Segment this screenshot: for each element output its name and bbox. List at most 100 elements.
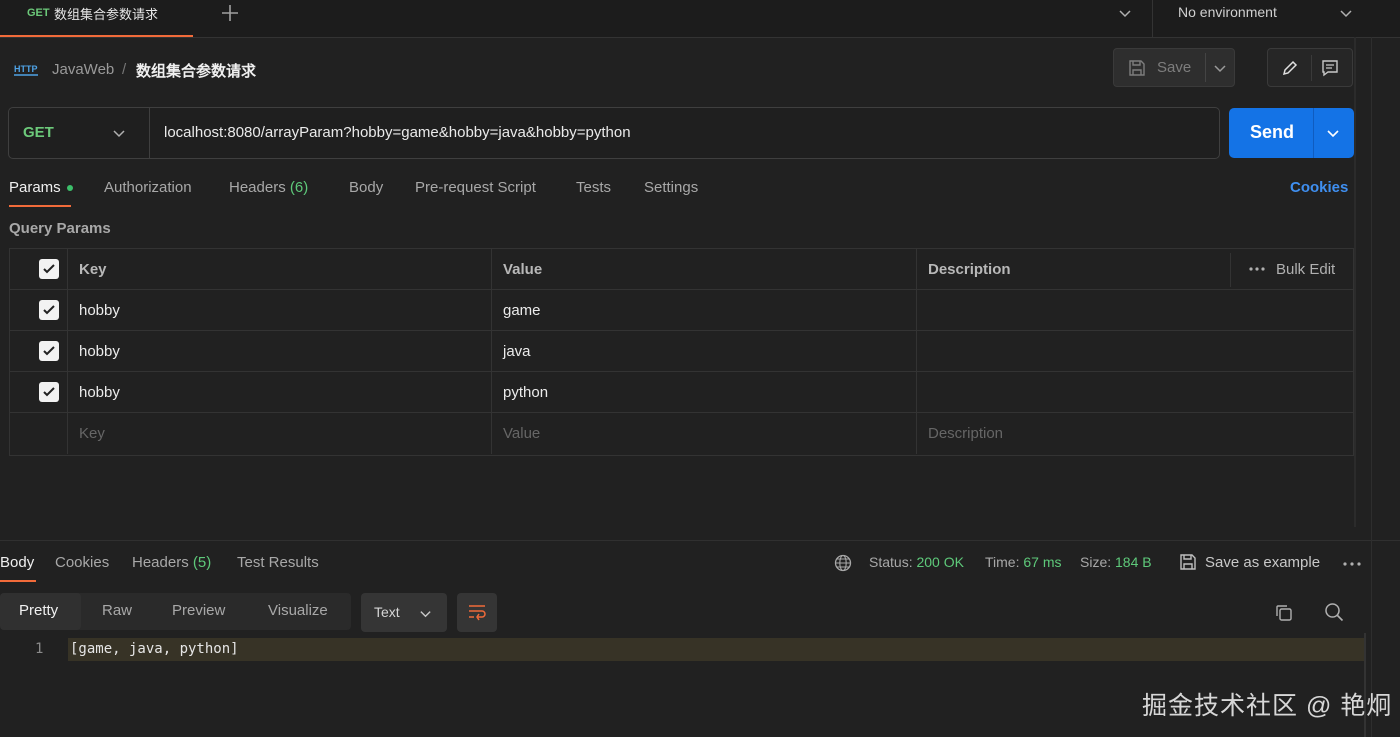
globe-icon[interactable] [834, 554, 852, 572]
active-tab-underline [9, 205, 71, 207]
copy-icon[interactable] [1274, 603, 1294, 623]
table-row: hobby python [10, 372, 1353, 413]
params-table: Key Value Description Bulk Edit hobby ga… [9, 248, 1354, 456]
save-icon [1128, 59, 1146, 77]
time-value: 67 ms [1023, 554, 1062, 570]
tab-headers-count: (6) [289, 179, 309, 196]
active-tab-underline [0, 580, 36, 582]
tab-params[interactable]: Params [9, 179, 61, 196]
param-key[interactable]: hobby [79, 343, 120, 360]
wrap-icon [466, 602, 488, 622]
scrollbar[interactable] [1354, 37, 1356, 527]
new-value-input[interactable]: Value [503, 425, 540, 442]
more-icon[interactable] [1343, 562, 1361, 566]
method-label: GET [23, 124, 54, 141]
svg-text:HTTP: HTTP [14, 64, 38, 74]
check-icon [43, 387, 55, 397]
tab-headers[interactable]: Headers (6) [229, 179, 308, 196]
check-icon [43, 346, 55, 356]
format-select[interactable]: Text [361, 593, 447, 632]
status-readout[interactable]: Status: 200 OK [869, 554, 964, 570]
chevron-down-icon[interactable] [1118, 6, 1132, 20]
new-description-input[interactable]: Description [928, 425, 1003, 442]
status-value: 200 OK [916, 554, 964, 570]
save-as-example-button[interactable]: Save as example [1205, 554, 1320, 571]
tab-method: GET [27, 7, 50, 19]
new-key-input[interactable]: Key [79, 425, 105, 442]
tab-authorization[interactable]: Authorization [104, 179, 192, 196]
column-header-value: Value [503, 261, 543, 278]
view-raw[interactable]: Raw [102, 602, 132, 619]
response-tab-headers[interactable]: Headers (5) [132, 554, 211, 571]
view-preview[interactable]: Preview [172, 602, 225, 619]
view-visualize[interactable]: Visualize [268, 602, 328, 619]
column-header-key: Key [79, 261, 107, 278]
tab-tests[interactable]: Tests [576, 179, 611, 196]
save-icon [1179, 553, 1197, 571]
tab-headers-label: Headers [229, 179, 286, 196]
tab-pre-request-script[interactable]: Pre-request Script [415, 179, 536, 196]
method-select[interactable]: GET [9, 108, 150, 158]
right-sidebar-border [1371, 37, 1372, 737]
bulk-edit-button[interactable]: Bulk Edit [1276, 261, 1335, 278]
row-checkbox[interactable] [39, 300, 59, 320]
toolbar-actions [1267, 48, 1353, 87]
save-button[interactable]: Save [1113, 48, 1235, 87]
search-icon[interactable] [1324, 602, 1344, 622]
time-label: Time: [985, 554, 1020, 570]
table-row: hobby game [10, 290, 1353, 331]
format-label: Text [374, 604, 400, 620]
chevron-down-icon [112, 126, 126, 140]
comment-icon[interactable] [1320, 58, 1340, 78]
size-readout[interactable]: Size: 184 B [1080, 554, 1152, 570]
breadcrumb-collection[interactable]: JavaWeb [52, 61, 114, 78]
page-title[interactable]: 数组集合参数请求 [136, 60, 256, 81]
time-readout[interactable]: Time: 67 ms [985, 554, 1062, 570]
response-tab-test-results[interactable]: Test Results [237, 554, 319, 571]
more-icon[interactable] [1249, 267, 1265, 271]
divider [1152, 0, 1153, 37]
tab-body[interactable]: Body [349, 179, 383, 196]
url-input[interactable] [164, 124, 1204, 141]
chevron-down-icon [419, 607, 432, 620]
view-mode-segment: Pretty Raw Preview Visualize [0, 593, 351, 630]
environment-select[interactable]: No environment [1178, 4, 1277, 20]
table-header-row: Key Value Description Bulk Edit [10, 249, 1353, 290]
param-value[interactable]: python [503, 384, 548, 401]
tab-title: 数组集合参数请求 [54, 7, 159, 22]
plus-icon[interactable] [220, 3, 240, 23]
param-value[interactable]: game [503, 302, 541, 319]
column-header-description: Description [928, 261, 1011, 278]
param-key[interactable]: hobby [79, 302, 120, 319]
cookies-link[interactable]: Cookies [1290, 179, 1348, 196]
breadcrumb-separator: / [122, 61, 127, 78]
table-row: hobby java [10, 331, 1353, 372]
check-icon [43, 305, 55, 315]
active-line-highlight [68, 638, 1364, 661]
divider [1311, 55, 1312, 81]
edit-icon[interactable] [1280, 58, 1300, 78]
row-checkbox[interactable] [39, 341, 59, 361]
row-checkbox[interactable] [39, 382, 59, 402]
tab-settings[interactable]: Settings [644, 179, 698, 196]
save-label: Save [1157, 59, 1192, 76]
chevron-down-icon[interactable] [1339, 6, 1353, 20]
view-pretty[interactable]: Pretty [19, 602, 58, 619]
line-number: 1 [35, 641, 44, 657]
select-all-checkbox[interactable] [39, 259, 59, 279]
response-body-text[interactable]: [game, java, python] [70, 641, 239, 657]
response-headers-count: (5) [192, 554, 212, 571]
url-bar: GET [8, 107, 1220, 159]
param-value[interactable]: java [503, 343, 531, 360]
params-indicator-dot [67, 185, 73, 191]
divider [1205, 53, 1206, 82]
send-button[interactable]: Send [1229, 108, 1354, 158]
divider [1313, 108, 1314, 158]
param-key[interactable]: hobby [79, 384, 120, 401]
wrap-lines-button[interactable] [457, 593, 497, 632]
chevron-down-icon[interactable] [1326, 126, 1340, 140]
response-tab-cookies[interactable]: Cookies [55, 554, 109, 571]
response-tab-body[interactable]: Body [0, 554, 34, 571]
chevron-down-icon[interactable] [1213, 61, 1227, 75]
status-label: Status: [869, 554, 913, 570]
